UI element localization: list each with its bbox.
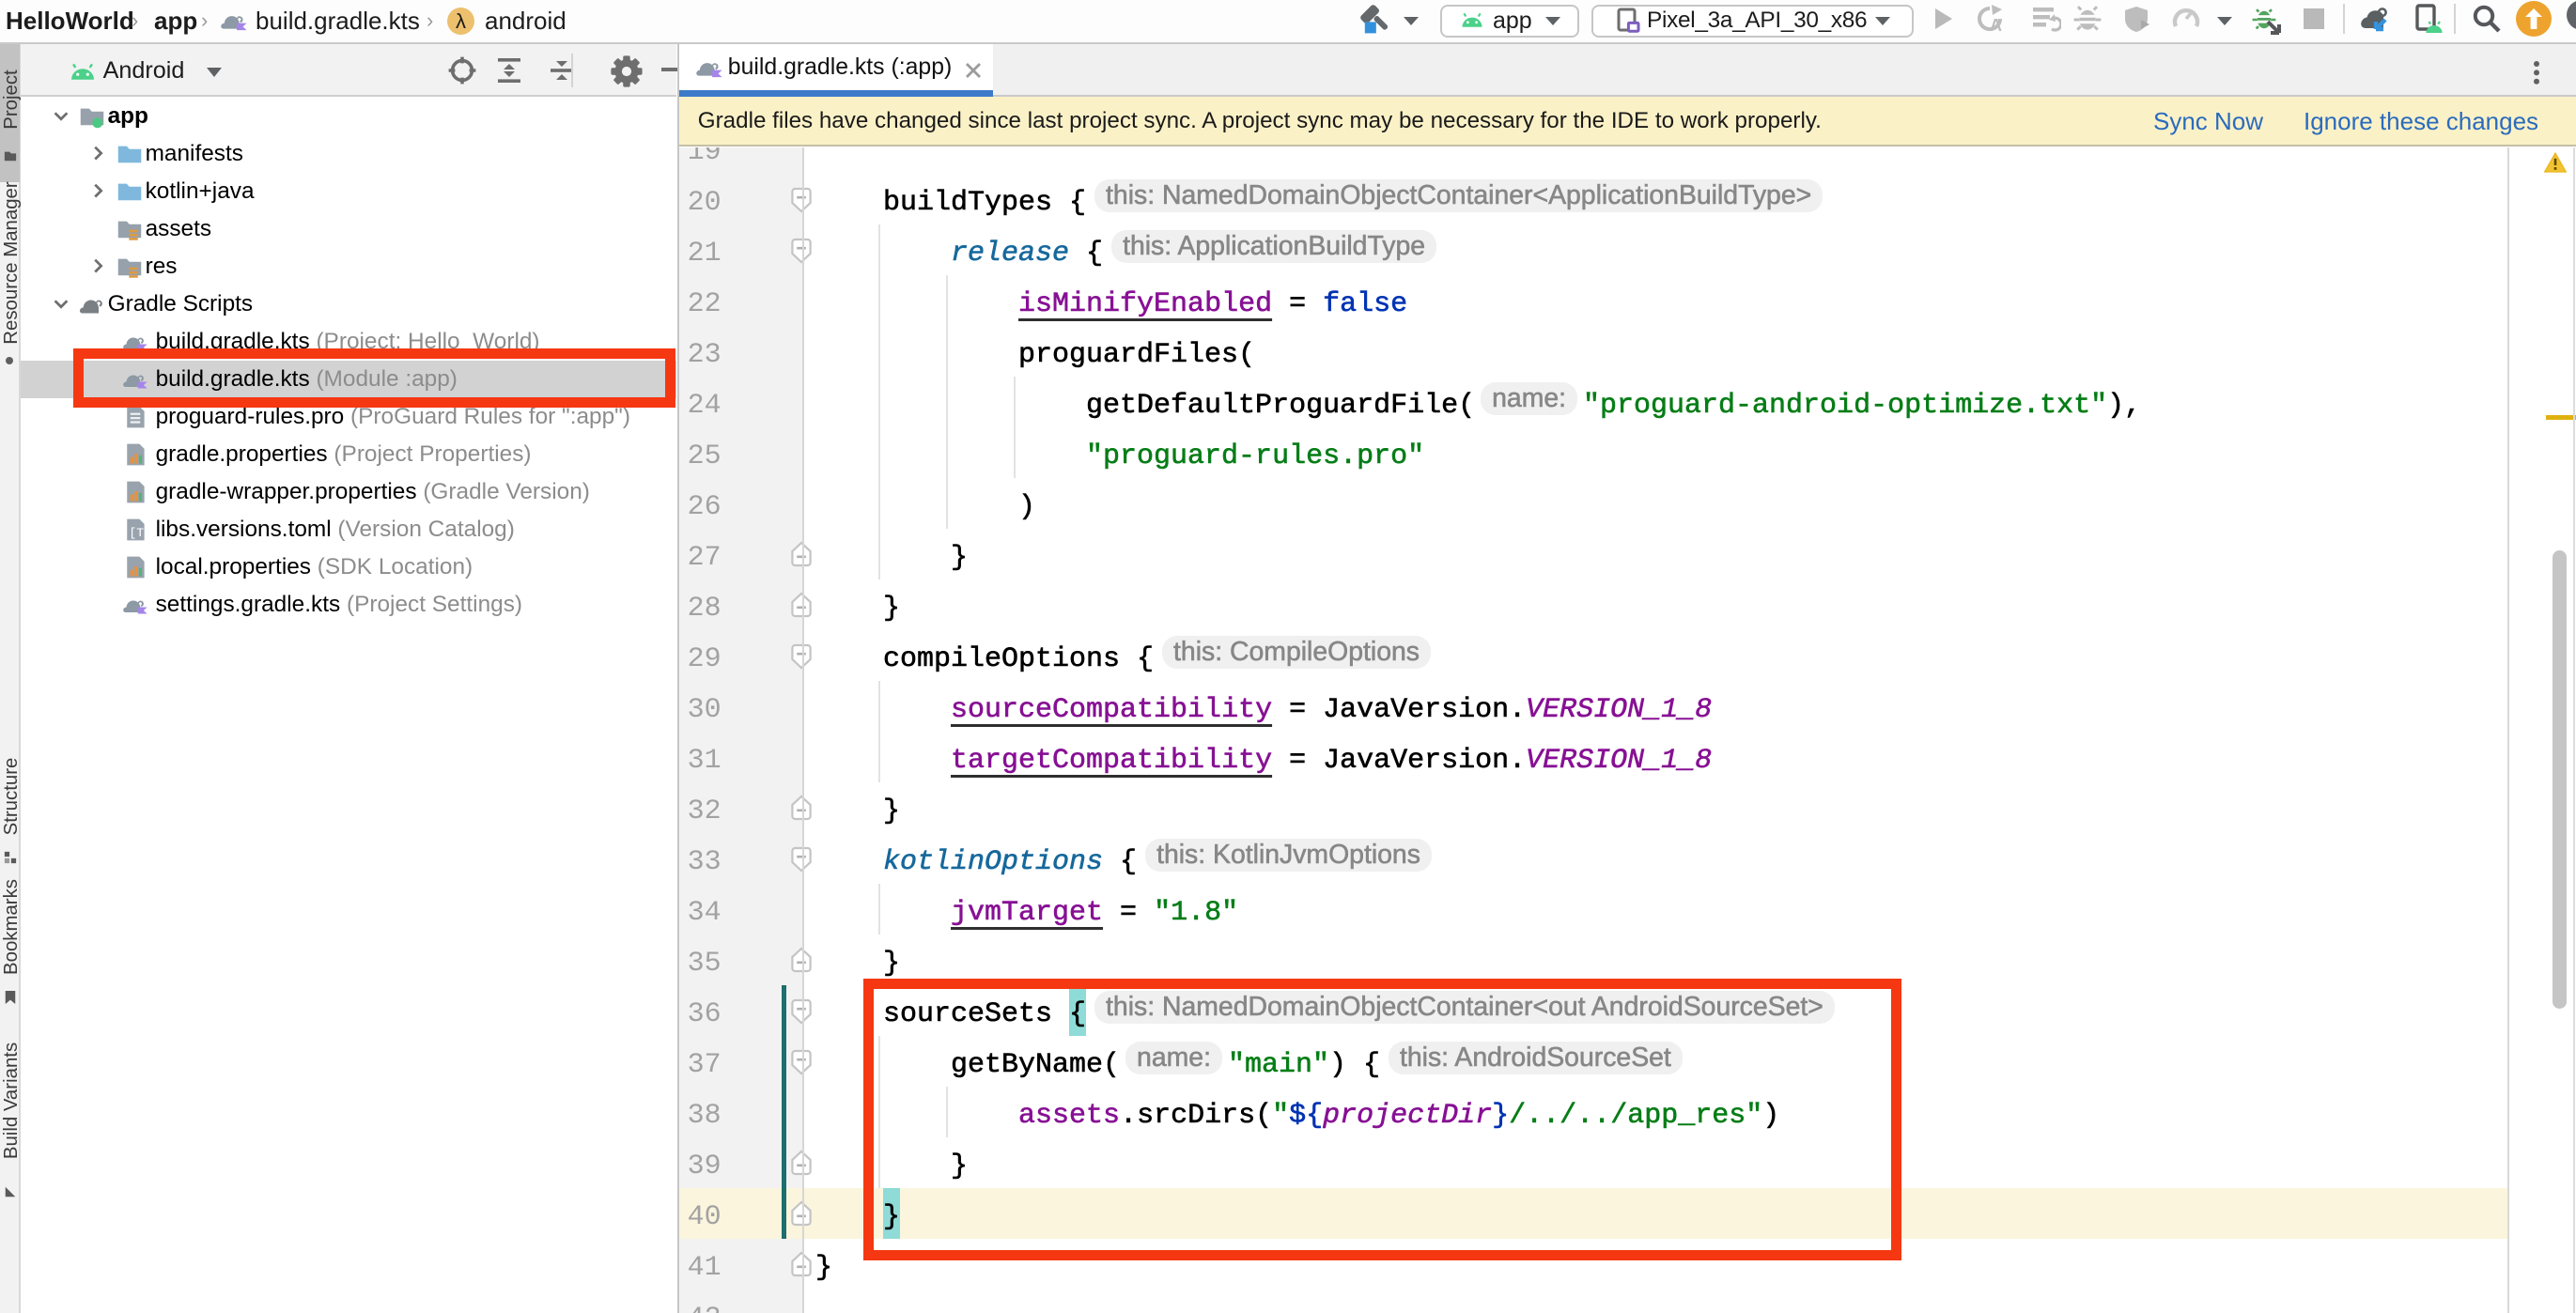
svg-text:[T]: [T] [129,526,148,540]
svg-text:A: A [1990,16,2002,34]
